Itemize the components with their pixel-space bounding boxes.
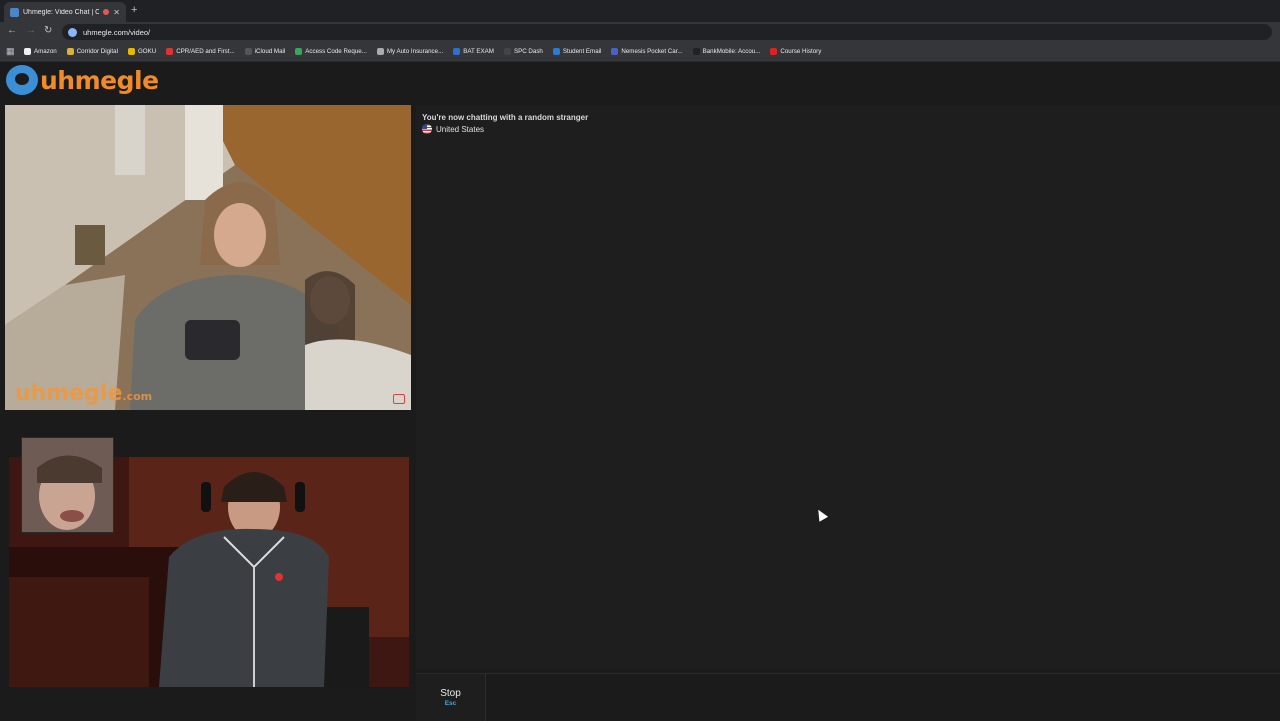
bookmark-label: SPC Dash: [513, 48, 543, 55]
bookmark-item[interactable]: Student Email: [552, 48, 602, 55]
forward-icon[interactable]: →: [26, 25, 36, 36]
bookmark-item[interactable]: SPC Dash: [503, 48, 543, 55]
stop-button[interactable]: Stop Esc: [416, 674, 486, 721]
bookmark-label: Course History: [780, 48, 822, 55]
bookmark-item[interactable]: Nemesis Pocket Car...: [611, 48, 683, 55]
bookmark-favicon-icon: [166, 48, 174, 55]
url-text: uhmegle.com/video/: [83, 27, 151, 37]
bookmark-label: iCloud Mail: [254, 48, 286, 55]
bookmark-label: Nemesis Pocket Car...: [621, 48, 683, 55]
bookmark-item[interactable]: My Auto Insurance...: [376, 48, 444, 55]
bookmark-label: BankMobile: Accou...: [702, 48, 761, 55]
recording-icon: [103, 9, 110, 15]
watermark-text: uhmegle: [15, 381, 123, 406]
bookmark-label: Corridor Digital: [76, 48, 118, 55]
bookmarks-bar: ▦ Amazon Corridor Digital GOKU CPR/AED and …: [0, 42, 1280, 62]
bookmark-item[interactable]: Amazon: [24, 48, 57, 55]
bookmark-favicon-icon: [692, 48, 700, 55]
bookmark-label: GOKU: [137, 48, 157, 55]
close-tab-icon[interactable]: ✕: [113, 8, 120, 17]
country-label: United States: [436, 124, 485, 134]
chat-status: You're now chatting with a random strang…: [422, 113, 589, 122]
page: uhmegle uhmegle.com You're now chatting …: [0, 62, 1280, 721]
bookmark-favicon-icon: [66, 48, 74, 55]
chat-panel: You're now chatting with a random strang…: [416, 105, 1280, 670]
logo-mark-icon: [6, 65, 38, 95]
chat-controls: Stop Esc: [416, 673, 1280, 721]
bookmark-favicon-icon: [453, 48, 461, 55]
browser-tab[interactable]: Uhmegle: Video Chat | Om... ✕: [4, 2, 126, 22]
pip-preview: [21, 437, 114, 533]
bookmark-favicon-icon: [24, 48, 31, 55]
new-tab-icon[interactable]: +: [131, 4, 137, 16]
report-flag-icon[interactable]: [393, 394, 405, 404]
back-icon[interactable]: ←: [7, 25, 17, 36]
stop-shortcut: Esc: [444, 700, 457, 707]
bookmark-label: Access Code Reque...: [305, 48, 367, 55]
bookmark-label: My Auto Insurance...: [386, 48, 444, 55]
bookmark-label: Student Email: [562, 48, 602, 55]
bookmark-favicon-icon: [552, 48, 560, 55]
bookmark-item[interactable]: CPR/AED and First...: [166, 48, 235, 55]
browser-toolbar: ← → ↻ uhmegle.com/video/: [0, 22, 1280, 42]
tab-title: Uhmegle: Video Chat | Om...: [23, 8, 100, 16]
bookmark-item[interactable]: iCloud Mail: [244, 48, 286, 55]
stop-label: Stop: [440, 688, 461, 699]
stranger-video: uhmegle.com: [5, 105, 411, 410]
us-flag-icon: [422, 124, 432, 134]
uhmegle-logo[interactable]: uhmegle: [6, 65, 159, 95]
address-bar[interactable]: uhmegle.com/video/: [62, 24, 1272, 40]
bookmark-item[interactable]: Corridor Digital: [66, 48, 118, 55]
bookmark-favicon-icon: [295, 48, 303, 55]
tab-strip: Uhmegle: Video Chat | Om... ✕ +: [0, 0, 1280, 22]
apps-grid-icon[interactable]: ▦: [6, 46, 16, 57]
watermark-domain: .com: [122, 390, 153, 403]
watermark: uhmegle.com: [15, 381, 152, 406]
bookmark-favicon-icon: [611, 48, 619, 55]
bookmark-item[interactable]: GOKU: [127, 48, 157, 55]
site-favicon-icon: [10, 7, 19, 17]
bookmark-favicon-icon: [127, 48, 135, 55]
pip-frame: [22, 438, 113, 532]
site-info-icon[interactable]: [68, 27, 77, 37]
bookmark-label: BAT EXAM: [463, 48, 494, 55]
stranger-video-frame: [5, 105, 411, 410]
bookmark-favicon-icon: [770, 48, 778, 55]
logo-text: uhmegle: [40, 65, 159, 95]
bookmark-item[interactable]: BankMobile: Accou...: [692, 48, 761, 55]
stranger-country: United States: [422, 124, 484, 134]
bookmark-item[interactable]: Access Code Reque...: [295, 48, 367, 55]
reload-icon[interactable]: ↻: [44, 25, 52, 36]
bookmark-label: CPR/AED and First...: [176, 48, 235, 55]
bookmark-favicon-icon: [244, 48, 252, 55]
bookmark-label: Amazon: [34, 48, 57, 55]
message-input[interactable]: [488, 674, 1280, 721]
bookmark-favicon-icon: [503, 48, 511, 55]
bookmark-item[interactable]: BAT EXAM: [453, 48, 494, 55]
bookmark-item[interactable]: Course History: [770, 48, 821, 55]
bookmark-favicon-icon: [376, 48, 384, 55]
